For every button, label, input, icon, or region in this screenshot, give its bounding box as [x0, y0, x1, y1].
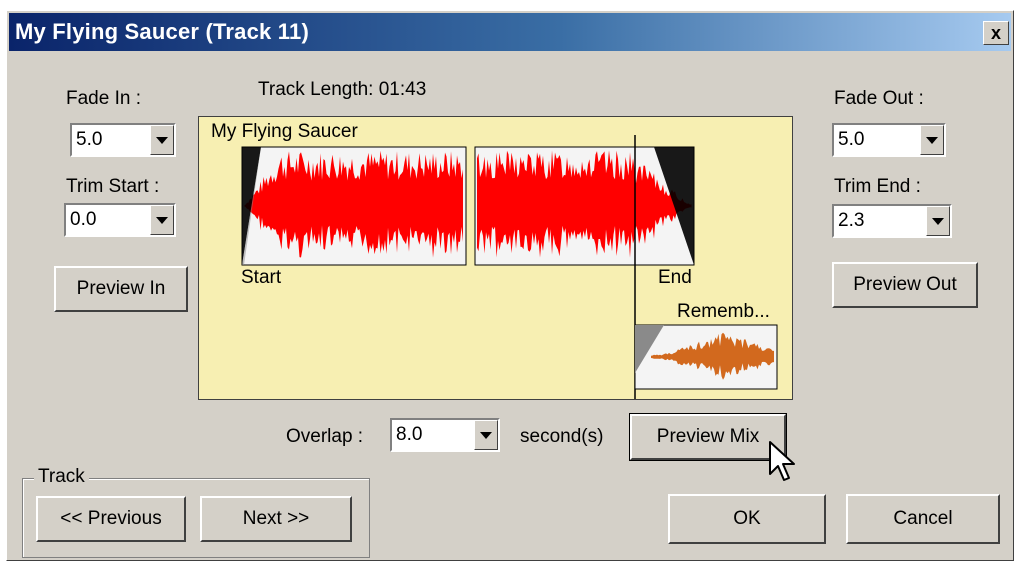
title-bar[interactable]: My Flying Saucer (Track 11) x	[9, 13, 1011, 51]
overlap-unit-label: second(s)	[520, 426, 604, 447]
next-track-preview	[634, 324, 778, 390]
fade-out-dropdown-button[interactable]	[920, 125, 944, 155]
start-label: Start	[241, 267, 282, 288]
trim-start-select[interactable]: 0.0	[64, 203, 176, 237]
fade-in-label: Fade In :	[66, 88, 141, 109]
close-icon: x	[990, 22, 1001, 43]
track-length-label: Track Length: 01:43	[258, 79, 427, 100]
trim-end-dropdown-button[interactable]	[926, 206, 950, 236]
fade-in-dropdown-button[interactable]	[150, 125, 174, 155]
chevron-down-icon	[156, 216, 168, 224]
window-title: My Flying Saucer (Track 11)	[15, 19, 309, 44]
waveform-panel[interactable]: My Flying Saucer Start End Rememb...	[198, 116, 793, 400]
cancel-button[interactable]: Cancel	[846, 494, 1000, 544]
overlap-select[interactable]: 8.0	[390, 418, 500, 452]
trim-end-select[interactable]: 2.3	[832, 204, 952, 238]
overlap-value: 8.0	[396, 424, 423, 445]
mouse-pointer-icon	[769, 441, 795, 481]
chevron-down-icon	[926, 136, 938, 144]
overlap-label: Overlap :	[286, 426, 364, 447]
overlap-dropdown-button[interactable]	[474, 420, 498, 450]
trim-start-label: Trim Start :	[66, 176, 160, 197]
preview-mix-button[interactable]: Preview Mix	[629, 413, 787, 461]
fade-out-label: Fade Out :	[834, 88, 924, 109]
waveform-main	[241, 146, 695, 266]
close-button[interactable]: x	[983, 21, 1009, 45]
next-button[interactable]: Next >>	[200, 496, 352, 542]
fade-in-value: 5.0	[76, 129, 103, 150]
next-track-label: Rememb...	[677, 301, 770, 322]
trim-end-value: 2.3	[838, 210, 865, 231]
previous-button[interactable]: << Previous	[36, 496, 186, 542]
end-label: End	[658, 267, 692, 288]
track-group-label: Track	[34, 466, 89, 488]
chevron-down-icon	[156, 136, 168, 144]
chevron-down-icon	[932, 217, 944, 225]
ok-button[interactable]: OK	[668, 494, 826, 544]
fade-out-value: 5.0	[838, 129, 865, 150]
waveform-graphic	[241, 135, 778, 399]
trim-start-dropdown-button[interactable]	[150, 205, 174, 235]
fade-out-select[interactable]: 5.0	[832, 123, 946, 157]
preview-in-button[interactable]: Preview In	[54, 266, 188, 312]
chevron-down-icon	[480, 431, 492, 439]
trim-start-value: 0.0	[70, 209, 97, 230]
trim-end-label: Trim End :	[834, 176, 921, 197]
fade-in-select[interactable]: 5.0	[70, 123, 176, 157]
preview-out-button[interactable]: Preview Out	[832, 262, 978, 308]
